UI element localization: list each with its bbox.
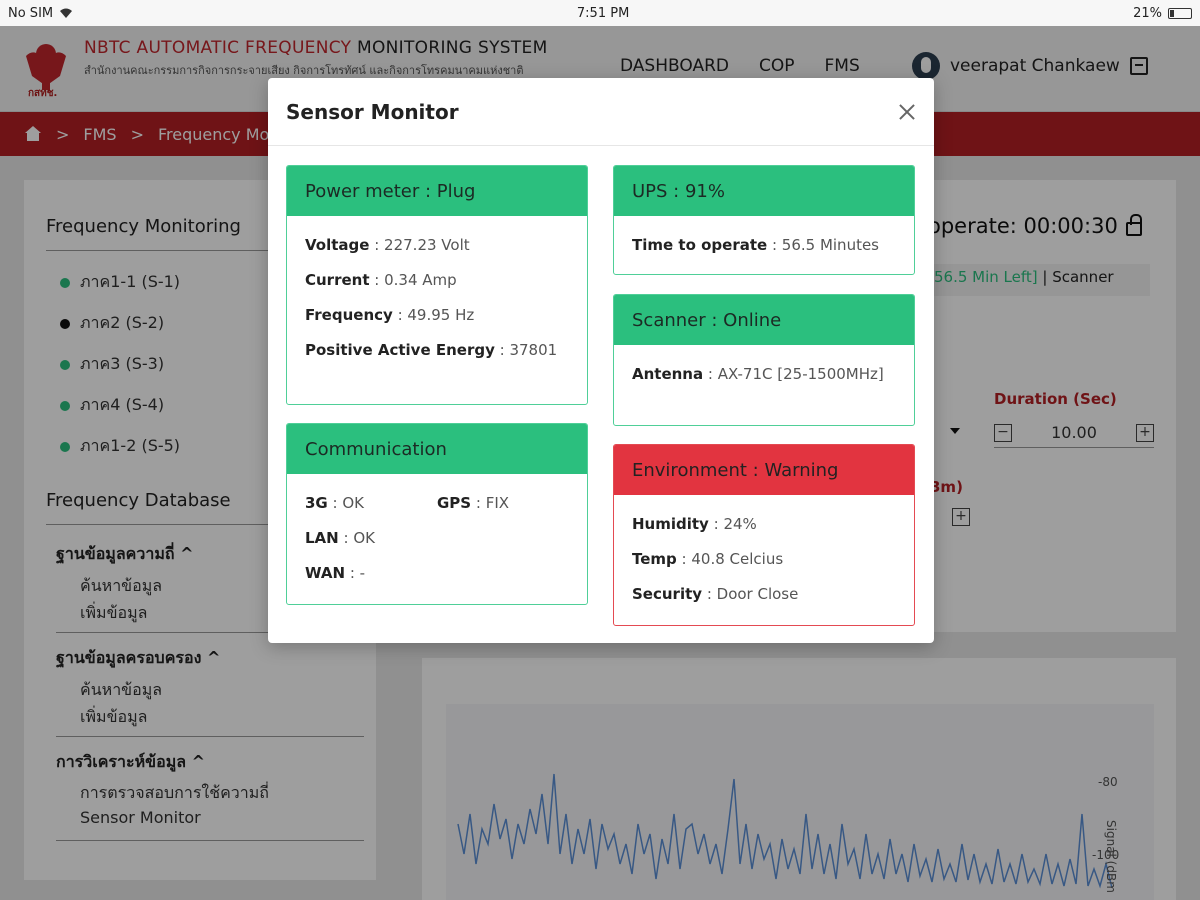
- scanner-card: Scanner : Online Antenna : AX-71C [25-15…: [613, 294, 915, 426]
- battery-percent: 21%: [1133, 5, 1162, 21]
- gps-row: GPS : FIX: [437, 494, 510, 512]
- antenna-row: Antenna : AX-71C [25-1500MHz]: [632, 365, 884, 383]
- card-header: Scanner : Online: [614, 295, 914, 345]
- battery-icon: [1167, 7, 1192, 19]
- wifi-icon: [60, 8, 73, 18]
- card-header: UPS : 91%: [614, 166, 914, 216]
- current-row: Current : 0.34 Amp: [305, 271, 457, 289]
- clock: 7:51 PM: [576, 5, 630, 21]
- status-bar: No SIM 7:51 PM 21%: [0, 0, 1200, 26]
- sensor-monitor-modal: Sensor Monitor Power meter : Plug Voltag…: [268, 78, 934, 643]
- time-to-operate-row: Time to operate : 56.5 Minutes: [632, 236, 879, 254]
- energy-row: Positive Active Energy : 37801: [305, 341, 558, 359]
- power-meter-card: Power meter : Plug Voltage : 227.23 Volt…: [286, 165, 588, 405]
- ups-card: UPS : 91% Time to operate : 56.5 Minutes: [613, 165, 915, 275]
- close-icon[interactable]: [898, 103, 916, 121]
- wan-row: WAN : -: [305, 564, 366, 582]
- communication-card: Communication 3G : OK GPS : FIX LAN : OK…: [286, 423, 588, 605]
- card-header: Power meter : Plug: [287, 166, 587, 216]
- card-header: Environment : Warning: [614, 445, 914, 495]
- lan-row: LAN : OK: [305, 529, 375, 547]
- temp-row: Temp : 40.8 Celcius: [632, 550, 784, 568]
- frequency-row: Frequency : 49.95 Hz: [305, 306, 475, 324]
- humidity-row: Humidity : 24%: [632, 515, 757, 533]
- carrier-label: No SIM: [8, 5, 54, 21]
- card-header: Communication: [287, 424, 587, 474]
- security-row: Security : Door Close: [632, 585, 799, 603]
- 3g-row: 3G : OK: [305, 494, 364, 512]
- environment-card: Environment : Warning Humidity : 24% Tem…: [613, 444, 915, 626]
- modal-header: Sensor Monitor: [268, 78, 934, 146]
- modal-title: Sensor Monitor: [286, 99, 459, 124]
- voltage-row: Voltage : 227.23 Volt: [305, 236, 470, 254]
